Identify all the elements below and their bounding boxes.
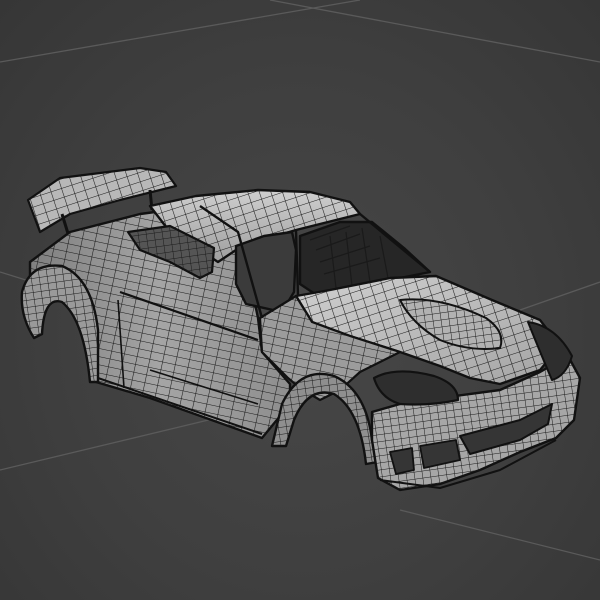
grid-line [399, 509, 600, 561]
side-window [234, 230, 298, 314]
car-wireframe[interactable] [20, 166, 582, 492]
viewport-canvas [0, 0, 600, 561]
grid-line [519, 281, 600, 311]
grid-line [269, 0, 600, 63]
headlight [372, 370, 460, 406]
3d-viewport[interactable] [0, 0, 600, 600]
grid-line [0, 0, 361, 63]
